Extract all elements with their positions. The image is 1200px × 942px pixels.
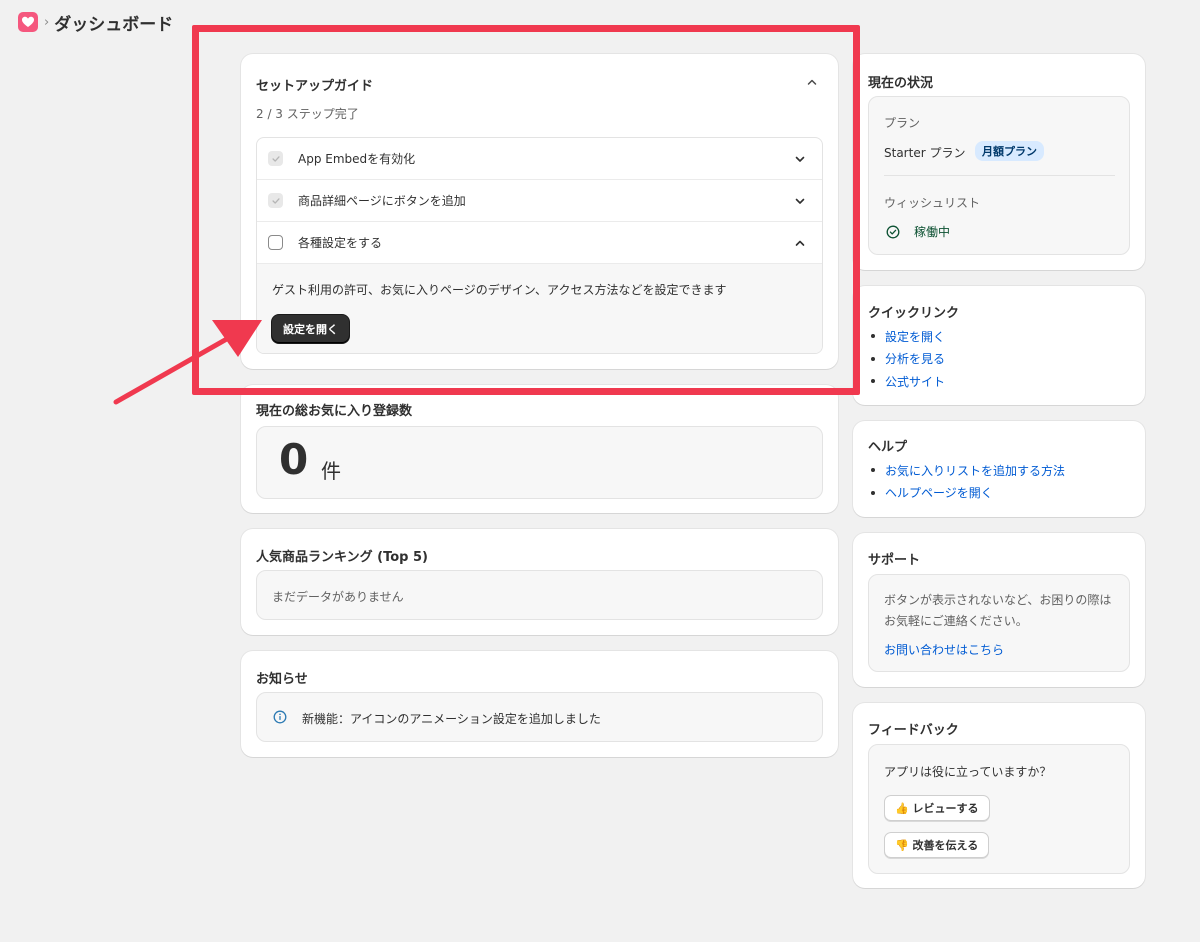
quick-link-official-site[interactable]: 公式サイト [869, 370, 945, 393]
favorites-count: 0 [279, 435, 309, 484]
heart-icon [22, 16, 34, 27]
quick-link-analytics[interactable]: 分析を見る [869, 348, 945, 371]
help-title: ヘルプ [868, 440, 908, 455]
total-favorites-title: 現在の総お気に入り登録数 [256, 404, 413, 419]
feedback-box: アプリは役に立っていますか？ 👍 レビューする 👎 改善を伝える [868, 744, 1130, 874]
quick-links-title: クイックリンク [868, 306, 960, 321]
ranking-title: 人気商品ランキング (Top 5) [256, 550, 428, 565]
plan-name: Starter プラン [884, 146, 966, 160]
plan-label: プラン [884, 116, 921, 130]
help-link-add-favorites[interactable]: お気に入りリストを追加する方法 [869, 459, 1065, 482]
wishlist-status: 稼働中 [886, 223, 950, 240]
status-box: プラン Starter プラン 月額プラン ウィッシュリスト 稼働中 [868, 96, 1130, 255]
news-title: お知らせ [256, 672, 308, 687]
check-circle-icon [886, 225, 900, 238]
favorites-unit: 件 [321, 459, 341, 483]
help-links-list: お気に入りリストを追加する方法 ヘルプページを開く [869, 459, 1065, 504]
help-link-help-page[interactable]: ヘルプページを開く [869, 482, 1065, 505]
plan-badge: 月額プラン [975, 141, 1044, 161]
total-favorites-card: 現在の総お気に入り登録数 0 件 [241, 385, 838, 513]
wishlist-status-text: 稼働中 [914, 225, 951, 239]
ranking-empty-text: まだデータがありません [272, 590, 404, 604]
status-title: 現在の状況 [868, 76, 934, 91]
news-item: 新機能：アイコンのアニメーション設定を追加しました [256, 692, 823, 742]
help-card: ヘルプ お気に入りリストを追加する方法 ヘルプページを開く [853, 421, 1145, 517]
total-favorites-box: 0 件 [256, 426, 823, 499]
support-description: ボタンが表示されないなど、お困りの際はお気軽にご連絡ください。 [884, 593, 1112, 628]
quick-links-card: クイックリンク 設定を開く 分析を見る 公式サイト [853, 286, 1145, 405]
status-card: 現在の状況 プラン Starter プラン 月額プラン ウィッシュリスト 稼働中 [853, 54, 1145, 270]
support-card: サポート ボタンが表示されないなど、お困りの際はお気軽にご連絡ください。 お問い… [853, 533, 1145, 687]
divider [884, 175, 1115, 176]
breadcrumb-separator: › [44, 14, 50, 30]
ranking-card: 人気商品ランキング (Top 5) まだデータがありません [241, 529, 838, 635]
app-logo-heart-icon[interactable] [18, 12, 38, 32]
quick-link-settings[interactable]: 設定を開く [869, 325, 945, 348]
page-title: ダッシュボード [54, 14, 174, 35]
news-card: お知らせ 新機能：アイコンのアニメーション設定を追加しました [241, 651, 838, 757]
review-button[interactable]: 👍 レビューする [884, 795, 990, 821]
annotation-highlight-box [192, 25, 860, 395]
news-text: 新機能：アイコンのアニメーション設定を追加しました [302, 712, 601, 726]
feedback-question: アプリは役に立っていますか？ [884, 765, 1052, 779]
wishlist-label: ウィッシュリスト [884, 196, 981, 210]
feedback-title: フィードバック [868, 723, 959, 738]
quick-links-list: 設定を開く 分析を見る 公式サイト [869, 325, 945, 393]
ranking-box: まだデータがありません [256, 570, 823, 620]
feedback-card: フィードバック アプリは役に立っていますか？ 👍 レビューする 👎 改善を伝える [853, 703, 1145, 888]
contact-link[interactable]: お問い合わせはこちら [884, 641, 1004, 658]
info-icon [273, 710, 287, 724]
improve-button[interactable]: 👎 改善を伝える [884, 832, 990, 858]
support-title: サポート [868, 553, 921, 568]
support-box: ボタンが表示されないなど、お困りの際はお気軽にご連絡ください。 お問い合わせはこ… [868, 574, 1130, 672]
